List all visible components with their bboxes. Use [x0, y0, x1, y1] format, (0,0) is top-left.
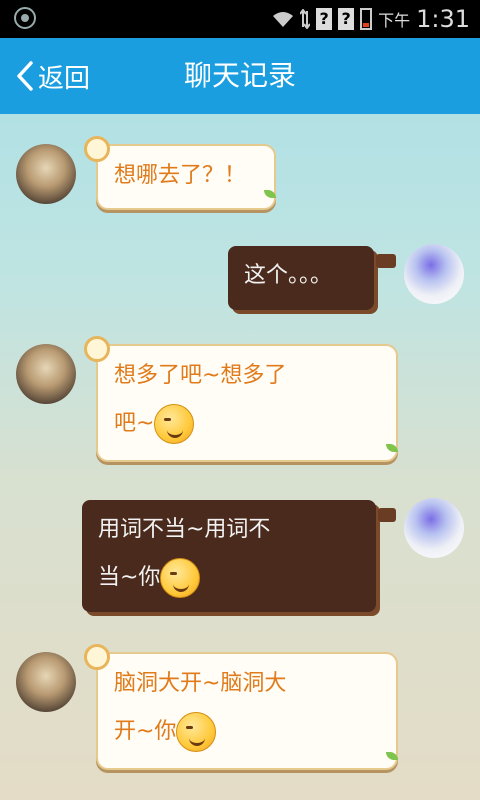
message-text: 这个。。。 [244, 263, 333, 288]
sim2-indicator: ? [338, 8, 355, 30]
bubble-tab-decoration [378, 508, 396, 522]
message-text: 当~你 [98, 565, 161, 590]
message-bubble-incoming[interactable]: 想哪去了？！ [96, 144, 276, 210]
message-text: 吧~ [114, 411, 155, 436]
smirk-emoji-icon [176, 712, 217, 752]
message-text-line: 脑洞大开~脑洞大 [114, 671, 287, 696]
sun-decoration-icon [84, 336, 110, 362]
message-bubble-outgoing[interactable]: 这个。。。 [228, 246, 374, 310]
message-text-line: 吧~ [114, 400, 380, 448]
avatar[interactable] [16, 144, 76, 204]
data-arrows-icon [300, 9, 311, 29]
smirk-emoji-icon [154, 404, 195, 444]
message-text: 想哪去了？！ [114, 163, 247, 188]
avatar[interactable] [16, 652, 76, 712]
status-time: 1:31 [416, 5, 470, 33]
sun-decoration-icon [84, 136, 110, 162]
title-bar: 返回 聊天记录 [0, 38, 480, 114]
message-text-line: 当~你 [98, 554, 360, 602]
bubble-tab-decoration [376, 254, 396, 268]
avatar[interactable] [16, 344, 76, 404]
message-text-line: 想多了吧~想多了 [114, 363, 287, 388]
status-ampm: 下午 [378, 11, 411, 30]
sun-decoration-icon [84, 644, 110, 670]
sim1-indicator: ? [316, 8, 333, 30]
message-bubble-incoming[interactable]: 想多了吧~想多了 吧~ [96, 344, 398, 462]
settings-circle-icon [14, 7, 36, 29]
avatar[interactable] [404, 498, 464, 558]
wifi-icon [273, 12, 294, 27]
wink-emoji-icon [160, 558, 201, 598]
message-bubble-incoming[interactable]: 脑洞大开~脑洞大 开~你 [96, 652, 398, 770]
message-text-line: 用词不当~用词不 [98, 517, 271, 542]
battery-low-icon [360, 8, 373, 30]
message-bubble-outgoing[interactable]: 用词不当~用词不 当~你 [82, 500, 376, 612]
avatar[interactable] [404, 244, 464, 304]
message-text: 开~你 [114, 719, 177, 744]
message-text-line: 开~你 [114, 708, 380, 756]
status-icons: ? ? 下午 1:31 [272, 4, 470, 34]
page-title: 聊天记录 [183, 59, 296, 92]
status-bar: ? ? 下午 1:31 [0, 0, 480, 38]
